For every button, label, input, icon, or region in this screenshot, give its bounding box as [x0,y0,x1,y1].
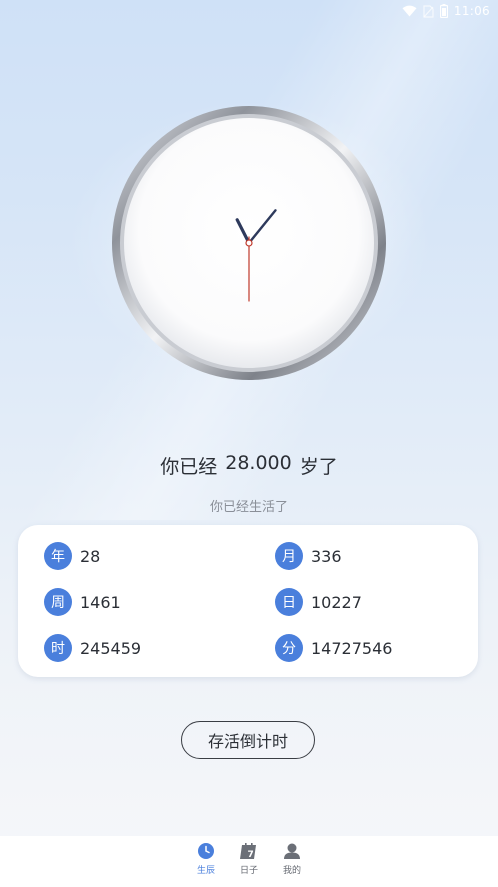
nav-item-mine[interactable]: 我的 [272,842,312,882]
clock-icon [197,842,215,860]
stat-badge: 周 [44,588,72,616]
stat-value: 10227 [311,592,362,612]
age-value: 28.000 [225,452,292,474]
status-time: 11:06 [453,4,490,18]
stat-value: 28 [80,546,101,566]
stat-value: 14727546 [311,638,393,658]
age-line: 你已经 28.000 岁了 [0,452,498,479]
nav-item-birthday[interactable]: 生辰 [186,842,226,882]
subtitle: 你已经生活了 [209,500,288,515]
stat-badge: 年 [44,542,72,570]
stat-years: 年 28 [44,542,100,570]
battery-icon [439,4,448,18]
nav-label: 我的 [282,866,301,876]
stat-hours: 时 245459 [44,634,141,662]
wifi-icon [402,5,417,17]
nav-label: 日子 [239,866,258,876]
stat-badge: 月 [275,542,303,570]
stat-value: 1461 [80,592,121,612]
stat-minutes: 分 14727546 [275,634,392,662]
stat-months: 月 336 [275,542,342,570]
stat-badge: 日 [275,588,303,616]
status-bar: 11:06 [0,0,498,22]
age-prefix: 你已经 [160,456,218,478]
clock-center-pin [245,239,253,247]
stat-days: 日 10227 [275,588,362,616]
nav-item-days[interactable]: 7 日子 [229,842,269,882]
no-sim-icon [423,4,434,18]
nav-label: 生辰 [196,866,215,876]
stat-weeks: 周 1461 [44,588,121,616]
user-icon [283,842,301,860]
stat-badge: 时 [44,634,72,662]
countdown-button[interactable]: 存活倒计时 [181,721,315,759]
stats-card: 年 28 月 336 周 1461 日 10227 时 245459 分 147… [18,525,478,677]
bottom-nav: 生辰 7 日子 我的 [0,836,498,887]
analog-clock [110,104,388,382]
svg-text:7: 7 [248,850,254,860]
stat-value: 336 [311,546,342,566]
calendar-icon: 7 [240,842,258,860]
stat-value: 245459 [80,638,142,658]
age-suffix: 岁了 [299,456,338,478]
stat-badge: 分 [275,634,303,662]
